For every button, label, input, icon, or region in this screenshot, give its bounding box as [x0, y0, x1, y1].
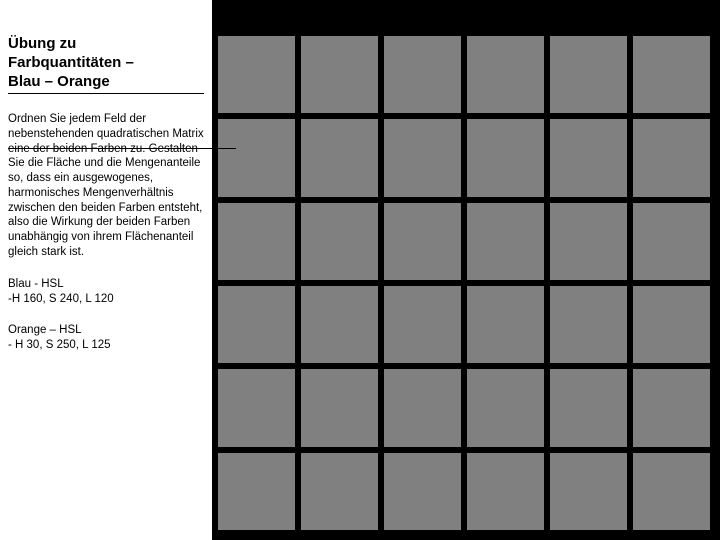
matrix-cell[interactable] [467, 119, 544, 196]
color-matrix [218, 36, 710, 530]
matrix-cell[interactable] [550, 453, 627, 530]
sidebar-panel: Übung zu Farbquantitäten – Blau – Orange… [0, 0, 212, 540]
matrix-cell[interactable] [301, 369, 378, 446]
page-title: Übung zu Farbquantitäten – Blau – Orange [8, 35, 204, 91]
matrix-cell[interactable] [633, 36, 710, 113]
matrix-cell[interactable] [384, 119, 461, 196]
matrix-cell[interactable] [633, 369, 710, 446]
blue-label: Blau - HSL [8, 278, 64, 290]
matrix-cell[interactable] [301, 36, 378, 113]
title-line: Übung zu [8, 35, 76, 52]
blue-spec: Blau - HSL -H 160, S 240, L 120 [8, 277, 204, 307]
matrix-grid [218, 36, 710, 530]
matrix-cell[interactable] [384, 286, 461, 363]
matrix-cell[interactable] [301, 453, 378, 530]
matrix-cell[interactable] [633, 119, 710, 196]
matrix-cell[interactable] [467, 369, 544, 446]
matrix-cell[interactable] [218, 453, 295, 530]
matrix-cell[interactable] [467, 203, 544, 280]
title-line: Blau – Orange [8, 73, 110, 90]
matrix-cell[interactable] [218, 369, 295, 446]
matrix-cell[interactable] [218, 203, 295, 280]
matrix-cell[interactable] [384, 203, 461, 280]
matrix-cell[interactable] [550, 119, 627, 196]
matrix-cell[interactable] [550, 369, 627, 446]
matrix-cell[interactable] [550, 286, 627, 363]
matrix-cell[interactable] [633, 203, 710, 280]
orange-values: - H 30, S 250, L 125 [8, 339, 111, 351]
matrix-cell[interactable] [301, 286, 378, 363]
title-underline [8, 93, 204, 94]
instruction-text: Ordnen Sie jedem Feld der nebenstehenden… [8, 112, 204, 259]
matrix-cell[interactable] [467, 36, 544, 113]
title-line: Farbquantitäten – [8, 54, 134, 71]
matrix-cell[interactable] [301, 203, 378, 280]
matrix-cell[interactable] [384, 453, 461, 530]
matrix-cell[interactable] [218, 36, 295, 113]
matrix-cell[interactable] [550, 203, 627, 280]
matrix-cell[interactable] [384, 369, 461, 446]
matrix-cell[interactable] [467, 286, 544, 363]
orange-label: Orange – HSL [8, 324, 82, 336]
matrix-cell[interactable] [218, 119, 295, 196]
matrix-cell[interactable] [633, 453, 710, 530]
instruction-underline [8, 148, 236, 149]
orange-spec: Orange – HSL - H 30, S 250, L 125 [8, 323, 204, 353]
matrix-cell[interactable] [301, 119, 378, 196]
matrix-cell[interactable] [384, 36, 461, 113]
matrix-cell[interactable] [550, 36, 627, 113]
matrix-cell[interactable] [633, 286, 710, 363]
blue-values: -H 160, S 240, L 120 [8, 293, 114, 305]
matrix-cell[interactable] [467, 453, 544, 530]
matrix-cell[interactable] [218, 286, 295, 363]
